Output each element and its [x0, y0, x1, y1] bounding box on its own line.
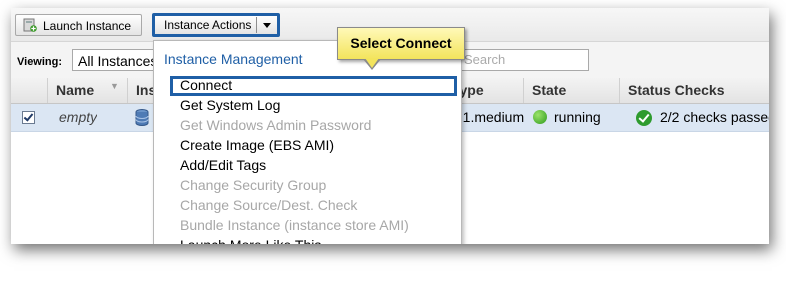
row-name: empty	[59, 109, 98, 125]
launch-instance-label: Launch Instance	[43, 19, 132, 33]
menu-item-add-edit-tags[interactable]: Add/Edit Tags	[180, 156, 266, 174]
viewing-label: Viewing:	[17, 56, 63, 68]
menu-item-change-source-dest-check: Change Source/Dest. Check	[180, 197, 358, 213]
menu-heading: Instance Management	[164, 51, 303, 67]
ebs-volume-icon	[135, 109, 149, 126]
instruction-callout: Select Connect	[337, 27, 465, 60]
menu-item-get-system-log[interactable]: Get System Log	[180, 96, 280, 114]
column-header-state[interactable]: State	[523, 78, 619, 103]
menu-item-change-security-group: Change Security Group	[180, 177, 327, 193]
instance-actions-menu: Instance Management Connect Get System L…	[153, 40, 462, 244]
column-header-status-checks[interactable]: Status Checks	[619, 78, 769, 103]
menu-item-connect[interactable]: Connect	[180, 76, 232, 94]
sort-icon[interactable]: ▼	[110, 81, 119, 91]
button-divider	[256, 17, 257, 33]
row-status-checks: 2/2 checks passed	[660, 109, 769, 125]
instance-actions-label: Instance Actions	[164, 18, 252, 32]
menu-item-get-windows-admin-password: Get Windows Admin Password	[180, 117, 372, 133]
menu-item-launch-more-like-this[interactable]: Launch More Like This	[180, 236, 321, 244]
callout-pointer-fill	[365, 58, 379, 68]
search-input[interactable]: Search	[459, 49, 589, 71]
row-checkbox[interactable]	[22, 111, 35, 124]
menu-item-bundle-instance: Bundle Instance (instance store AMI)	[180, 217, 409, 233]
menu-item-create-image[interactable]: Create Image (EBS AMI)	[180, 136, 334, 154]
launch-instance-icon	[23, 18, 37, 32]
launch-instance-button[interactable]: Launch Instance	[15, 14, 142, 36]
running-status-icon	[533, 110, 547, 124]
checkmark-icon	[636, 110, 652, 126]
instance-actions-button[interactable]: Instance Actions	[152, 13, 280, 37]
row-state: running	[554, 109, 601, 125]
chevron-down-icon	[263, 23, 271, 28]
viewing-select[interactable]: All Instances	[72, 49, 157, 71]
